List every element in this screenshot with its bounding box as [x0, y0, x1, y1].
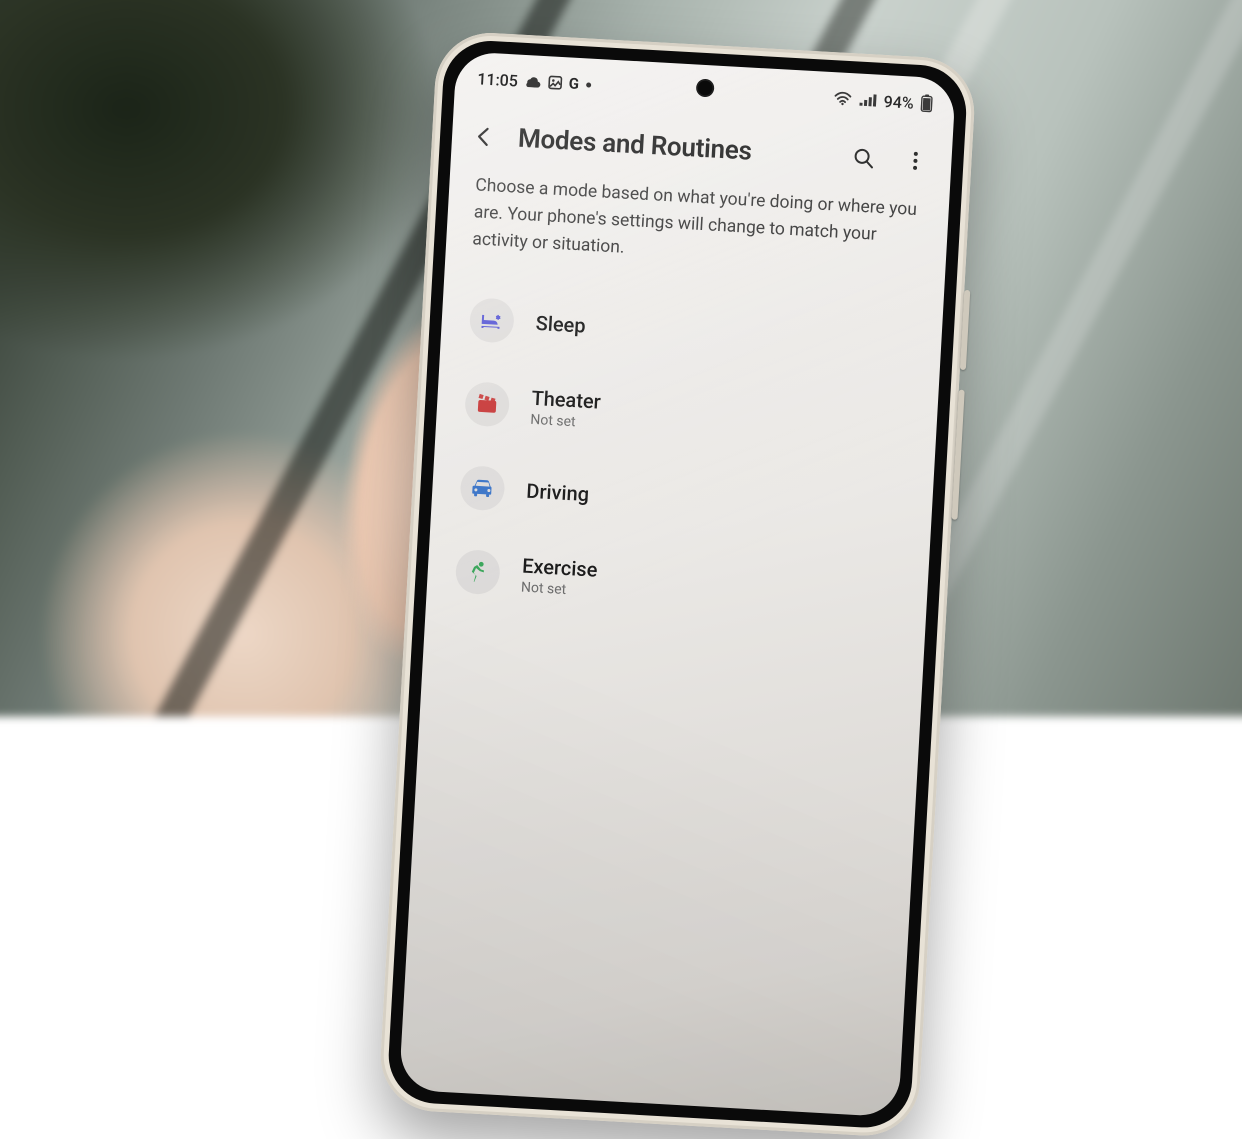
battery-pct: 94% [883, 92, 914, 113]
battery-icon [920, 94, 933, 113]
phone-screen: 11:05 G 94% [399, 51, 956, 1117]
page-title: Modes and Routines [517, 124, 830, 171]
search-button[interactable] [845, 139, 883, 177]
mode-sub: Not set [521, 580, 597, 600]
cloud-icon [525, 75, 542, 88]
g-icon: G [568, 74, 579, 93]
car-icon [459, 465, 505, 511]
mode-label: Exercise [522, 554, 599, 582]
mode-label: Sleep [535, 311, 586, 338]
image-icon [547, 75, 562, 90]
chevron-left-icon [471, 124, 496, 149]
more-button[interactable] [896, 142, 934, 180]
mode-label: Theater [531, 386, 601, 414]
phone: 11:05 G 94% [378, 30, 977, 1138]
bed-icon [469, 298, 515, 344]
modes-list: Sleep Theater Not set Driving [426, 270, 944, 639]
more-vertical-icon [903, 148, 928, 173]
mode-label: Driving [526, 479, 590, 506]
status-time: 11:05 [477, 69, 519, 90]
theater-icon [464, 382, 510, 428]
mode-sub: Not set [530, 412, 600, 432]
back-button[interactable] [465, 118, 503, 156]
signal-icon [858, 93, 877, 108]
wifi-icon [833, 91, 852, 106]
exercise-icon [455, 549, 501, 595]
search-icon [851, 145, 876, 170]
dot-icon [586, 82, 591, 87]
